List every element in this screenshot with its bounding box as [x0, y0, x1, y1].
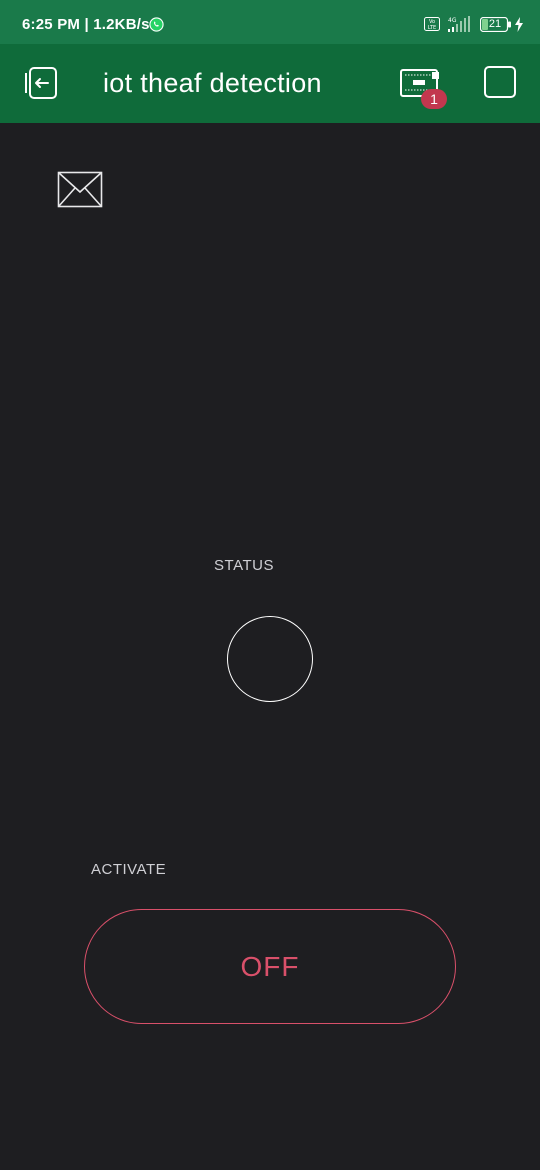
status-time: 6:25 PM | 1.2KB/s [22, 16, 150, 33]
toggle-button-label: OFF [240, 950, 300, 982]
app-title: iot theaf detection [103, 68, 322, 98]
charging-icon [515, 17, 523, 32]
battery-level: 21 [488, 18, 502, 30]
status-led [227, 616, 313, 702]
signal-icon: 4G [448, 16, 470, 32]
mail-icon[interactable] [57, 171, 103, 209]
back-icon[interactable] [23, 65, 59, 101]
volte-icon: Vo LTE [424, 17, 440, 31]
activate-toggle-button[interactable]: OFF [84, 909, 456, 1024]
notification-badge: 1 [421, 89, 447, 109]
app-bar: iot theaf detection 1 [0, 44, 540, 123]
activate-label: ACTIVATE [91, 861, 167, 878]
svg-text:4G: 4G [448, 17, 457, 24]
square-icon[interactable] [484, 66, 516, 98]
status-bar: 6:25 PM | 1.2KB/s Vo LTE 4G 21 [0, 0, 540, 44]
svg-text:LTE: LTE [428, 25, 436, 31]
whatsapp-icon [149, 17, 164, 32]
status-label: STATUS [214, 557, 274, 574]
